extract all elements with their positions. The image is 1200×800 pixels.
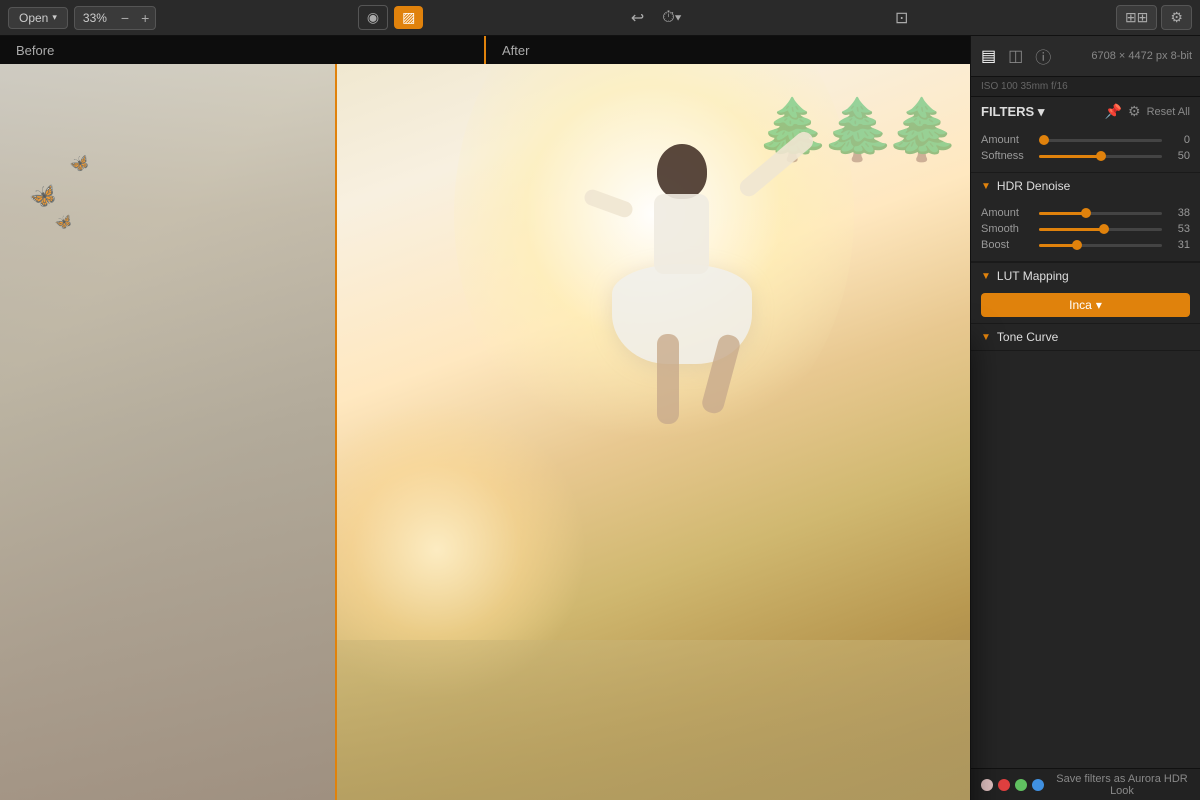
hdr-smooth-label: Smooth bbox=[981, 223, 1033, 235]
amount-label-sharpen: Amount bbox=[981, 134, 1033, 146]
color-dot-2[interactable] bbox=[1015, 779, 1027, 791]
lut-mapping-label: LUT Mapping bbox=[997, 269, 1069, 283]
hdr-denoise-arrow: ▼ bbox=[981, 181, 991, 192]
color-dot-3[interactable] bbox=[1032, 779, 1044, 791]
hdr-amount-fill bbox=[1039, 212, 1086, 215]
before-overlay bbox=[0, 64, 335, 800]
lut-mapping-group: ▼ LUT Mapping Inca ▾ bbox=[971, 263, 1200, 324]
tone-curve-label: Tone Curve bbox=[997, 330, 1058, 344]
hdr-denoise-group: ▼ HDR Denoise Amount 38 Smooth bbox=[971, 173, 1200, 263]
hdr-amount-track[interactable] bbox=[1039, 212, 1162, 215]
amount-thumb-sharpen[interactable] bbox=[1039, 135, 1049, 145]
image-meta: ISO 100 35mm f/16 bbox=[971, 77, 1200, 97]
settings-icon-button[interactable]: ⚙ bbox=[1161, 5, 1192, 30]
zoom-in-button[interactable]: + bbox=[135, 7, 155, 29]
toolbar: Open ▾ 33% − + ◉ ▨ ↩ ⏱▾ ⊡ ⊞⊞ ⚙ bbox=[0, 0, 1200, 36]
hdr-amount-thumb[interactable] bbox=[1081, 208, 1091, 218]
layers-tab-icon[interactable]: ◫ bbox=[1006, 44, 1025, 68]
filters-label[interactable]: FILTERS ▾ bbox=[981, 104, 1044, 120]
panel-tabs: ▤ ◫ ⓘ 6708 × 4472 px 8-bit bbox=[971, 36, 1200, 77]
filters-actions: 📌 ⚙ Reset All bbox=[1105, 103, 1190, 120]
split-button[interactable]: ▨ bbox=[394, 6, 423, 29]
amount-row-sharpen: Amount 0 bbox=[981, 134, 1190, 146]
hdr-denoise-sliders: Amount 38 Smooth 53 bbox=[971, 199, 1200, 262]
hdr-denoise-label: HDR Denoise bbox=[997, 179, 1070, 193]
tone-curve-header[interactable]: ▼ Tone Curve bbox=[971, 324, 1200, 350]
filters-tab-icon[interactable]: ▤ bbox=[979, 44, 998, 68]
hdr-boost-row: Boost 31 bbox=[981, 239, 1190, 251]
after-label: After bbox=[484, 36, 970, 64]
after-image: 🌲🌲🌲 bbox=[337, 64, 970, 800]
sharpen-section: Amount 0 Softness 50 bbox=[971, 126, 1200, 173]
hdr-denoise-header[interactable]: ▼ HDR Denoise bbox=[971, 173, 1200, 199]
open-caret: ▾ bbox=[52, 12, 57, 23]
filter-gear-icon[interactable]: ⚙ bbox=[1128, 103, 1141, 120]
hdr-amount-value: 38 bbox=[1168, 207, 1190, 219]
zoom-out-button[interactable]: − bbox=[115, 7, 135, 29]
lut-mapping-header[interactable]: ▼ LUT Mapping bbox=[971, 263, 1200, 289]
before-after-labels: Before After bbox=[0, 36, 970, 64]
reset-all-button[interactable]: Reset All bbox=[1147, 106, 1190, 118]
before-image: 🦋 🦋 🦋 bbox=[0, 64, 335, 800]
softness-value: 50 bbox=[1168, 150, 1190, 162]
hdr-smooth-thumb[interactable] bbox=[1099, 224, 1109, 234]
right-panel: ▤ ◫ ⓘ 6708 × 4472 px 8-bit ISO 100 35mm … bbox=[970, 36, 1200, 800]
color-dot-0[interactable] bbox=[981, 779, 993, 791]
softness-fill bbox=[1039, 155, 1101, 158]
save-aurora-button[interactable]: Save filters as Aurora HDR Look bbox=[1054, 773, 1190, 797]
before-label: Before bbox=[0, 36, 484, 64]
crop-button[interactable]: ⊡ bbox=[889, 4, 914, 32]
hdr-amount-row: Amount 38 bbox=[981, 207, 1190, 219]
amount-track-sharpen[interactable] bbox=[1039, 139, 1162, 142]
grid-icon-button[interactable]: ⊞⊞ bbox=[1116, 5, 1157, 30]
color-dot-1[interactable] bbox=[998, 779, 1010, 791]
tone-curve-group: ▼ Tone Curve bbox=[971, 324, 1200, 351]
sand-ground bbox=[337, 640, 970, 800]
zoom-control[interactable]: 33% − + bbox=[74, 6, 156, 30]
hdr-boost-value: 31 bbox=[1168, 239, 1190, 251]
lut-current-name: Inca bbox=[1069, 298, 1092, 312]
open-button[interactable]: Open ▾ bbox=[8, 7, 68, 29]
toolbar-right-icons: ⊞⊞ ⚙ bbox=[1116, 5, 1192, 30]
hdr-smooth-value: 53 bbox=[1168, 223, 1190, 235]
lut-selector-button[interactable]: Inca ▾ bbox=[981, 293, 1190, 317]
zoom-value: 33% bbox=[75, 8, 115, 28]
eye-button[interactable]: ◉ bbox=[358, 5, 388, 30]
softness-row: Softness 50 bbox=[981, 150, 1190, 162]
color-dots bbox=[981, 779, 1044, 791]
tone-curve-arrow: ▼ bbox=[981, 332, 991, 343]
hdr-amount-label: Amount bbox=[981, 207, 1033, 219]
hdr-boost-track[interactable] bbox=[1039, 244, 1162, 247]
split-line[interactable] bbox=[335, 64, 337, 800]
lut-dropdown-caret: ▾ bbox=[1096, 298, 1102, 312]
filter-pin-icon[interactable]: 📌 bbox=[1105, 103, 1122, 120]
softness-track[interactable] bbox=[1039, 155, 1162, 158]
hdr-boost-thumb[interactable] bbox=[1072, 240, 1082, 250]
image-meta-text: ISO 100 35mm f/16 bbox=[981, 81, 1068, 92]
bottom-bar: Save filters as Aurora HDR Look bbox=[971, 768, 1200, 800]
canvas-area: Before After 🦋 🦋 🦋 🌲🌲🌲 bbox=[0, 36, 970, 800]
softness-thumb[interactable] bbox=[1096, 151, 1106, 161]
open-label: Open bbox=[19, 11, 48, 25]
hdr-boost-label: Boost bbox=[981, 239, 1033, 251]
softness-label: Softness bbox=[981, 150, 1033, 162]
lut-arrow: ▼ bbox=[981, 271, 991, 282]
right-panel-scroll[interactable]: FILTERS ▾ 📌 ⚙ Reset All Amount 0 bbox=[971, 97, 1200, 768]
history-button[interactable]: ⏱▾ bbox=[656, 5, 687, 31]
filters-header: FILTERS ▾ 📌 ⚙ Reset All bbox=[971, 97, 1200, 126]
girl-figure bbox=[612, 144, 752, 394]
hdr-smooth-fill bbox=[1039, 228, 1104, 231]
hdr-smooth-track[interactable] bbox=[1039, 228, 1162, 231]
main-area: Before After 🦋 🦋 🦋 🌲🌲🌲 bbox=[0, 36, 1200, 800]
info-tab-icon[interactable]: ⓘ bbox=[1033, 42, 1053, 70]
image-info: 6708 × 4472 px 8-bit bbox=[1091, 50, 1192, 62]
hdr-smooth-row: Smooth 53 bbox=[981, 223, 1190, 235]
undo-button[interactable]: ↩ bbox=[625, 4, 650, 32]
amount-value-sharpen: 0 bbox=[1168, 134, 1190, 146]
